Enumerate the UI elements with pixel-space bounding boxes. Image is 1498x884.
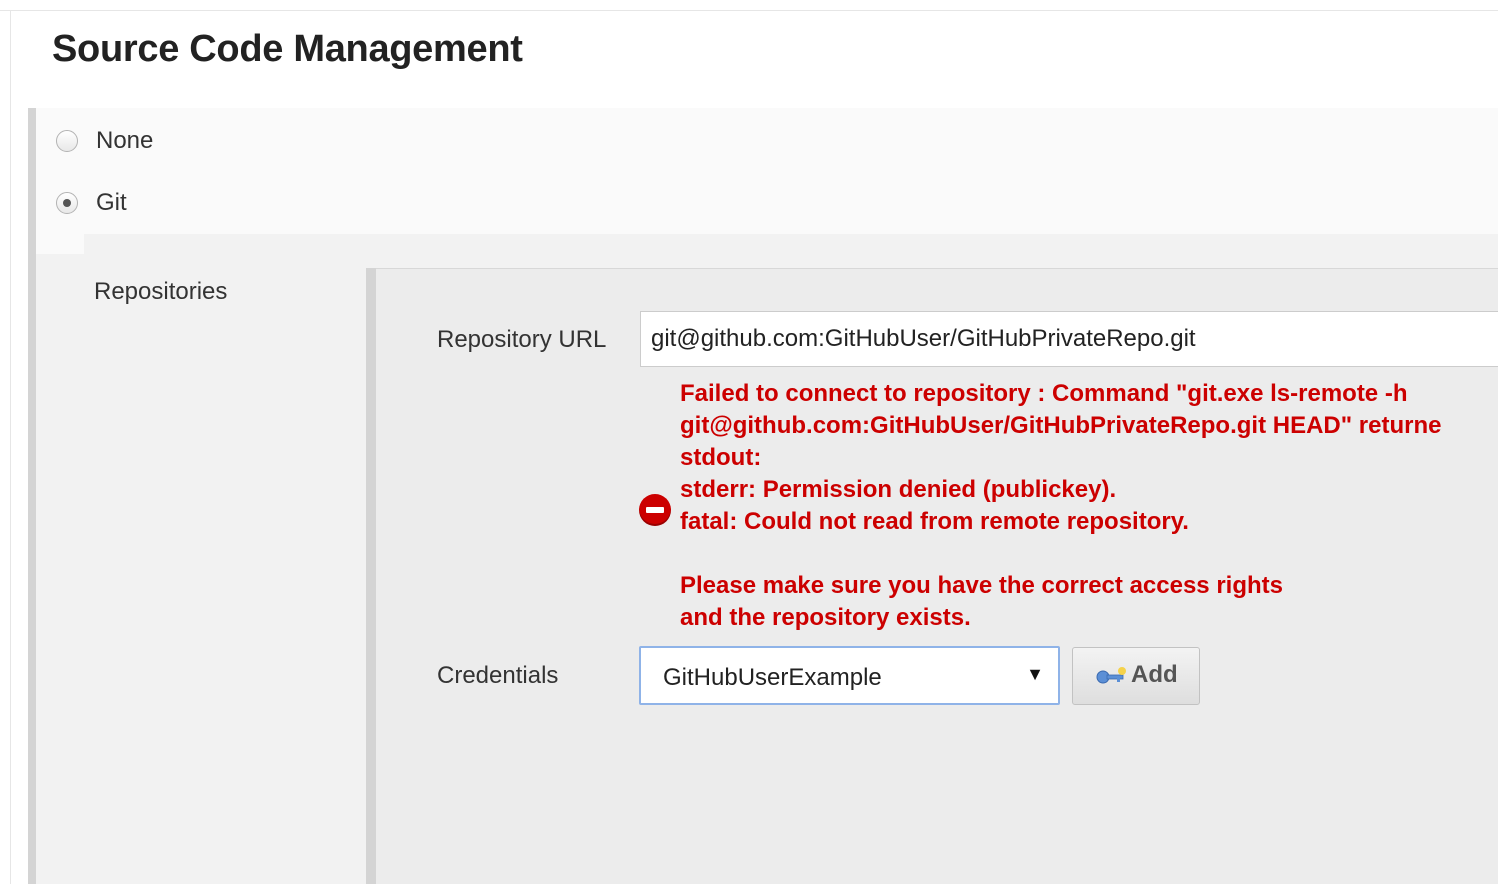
error-line: Please make sure you have the correct ac… xyxy=(680,572,1283,599)
error-icon-bar xyxy=(646,507,664,513)
dropdown-caret-icon: ▼ xyxy=(1026,664,1044,684)
scm-option-none-label: None xyxy=(96,127,154,154)
add-credentials-button[interactable]: Add xyxy=(1072,647,1200,705)
repository-panel-border xyxy=(366,268,376,884)
error-line: git@github.com:GitHubUser/GitHubPrivateR… xyxy=(680,412,1442,439)
scm-option-git-label: Git xyxy=(96,189,127,216)
git-panel-notch xyxy=(36,234,84,254)
error-line: Failed to connect to repository : Comman… xyxy=(680,380,1408,407)
error-line: fatal: Could not read from remote reposi… xyxy=(680,508,1189,535)
section-title: Source Code Management xyxy=(52,28,523,70)
key-icon xyxy=(1096,667,1126,684)
credentials-selected-value: GitHubUserExample xyxy=(663,664,882,691)
error-line: stdout: xyxy=(680,444,762,471)
error-line: and the repository exists. xyxy=(680,604,971,631)
radio-selected-dot xyxy=(63,199,71,207)
left-divider xyxy=(10,10,11,884)
radio-button-git[interactable] xyxy=(56,192,78,214)
scm-option-git[interactable]: Git xyxy=(56,189,127,217)
repository-url-label: Repository URL xyxy=(437,326,607,353)
repository-url-input[interactable] xyxy=(640,311,1498,367)
error-line xyxy=(680,538,1498,570)
credentials-select[interactable]: GitHubUserExample ▼ xyxy=(639,646,1060,705)
error-icon xyxy=(639,494,671,526)
repositories-label: Repositories xyxy=(94,278,228,305)
radio-button-none[interactable] xyxy=(56,130,78,152)
top-divider xyxy=(0,10,1498,11)
scm-options-border xyxy=(28,108,36,884)
credentials-label: Credentials xyxy=(437,662,559,689)
page: Source Code Management None Git Reposito… xyxy=(0,0,1498,884)
scm-option-none[interactable]: None xyxy=(56,127,153,155)
connection-error-message: Failed to connect to repository : Comman… xyxy=(680,378,1498,634)
add-credentials-label: Add xyxy=(1131,661,1178,688)
error-line: stderr: Permission denied (publickey). xyxy=(680,476,1117,503)
